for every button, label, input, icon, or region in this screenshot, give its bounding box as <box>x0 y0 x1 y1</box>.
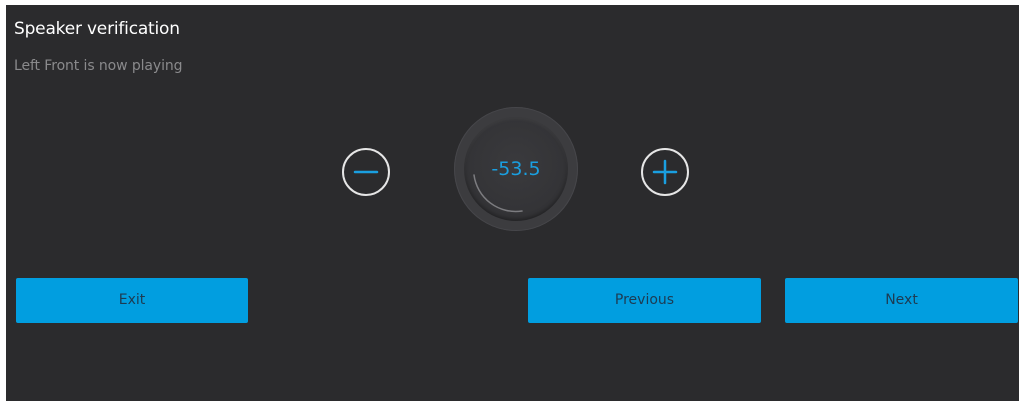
status-text: Left Front is now playing <box>14 58 183 74</box>
speaker-verification-panel: Speaker verification Left Front is now p… <box>6 5 1019 401</box>
increment-button[interactable] <box>640 147 690 197</box>
decrement-button[interactable] <box>341 147 391 197</box>
next-button[interactable]: Next <box>785 278 1018 323</box>
minus-circle-icon <box>342 148 390 196</box>
plus-circle-icon <box>641 148 689 196</box>
page-title: Speaker verification <box>14 19 180 39</box>
exit-button[interactable]: Exit <box>16 278 248 323</box>
previous-button[interactable]: Previous <box>528 278 761 323</box>
level-knob[interactable]: -53.5 <box>454 107 578 231</box>
knob-face: -53.5 <box>464 117 568 221</box>
level-value: -53.5 <box>491 158 541 180</box>
